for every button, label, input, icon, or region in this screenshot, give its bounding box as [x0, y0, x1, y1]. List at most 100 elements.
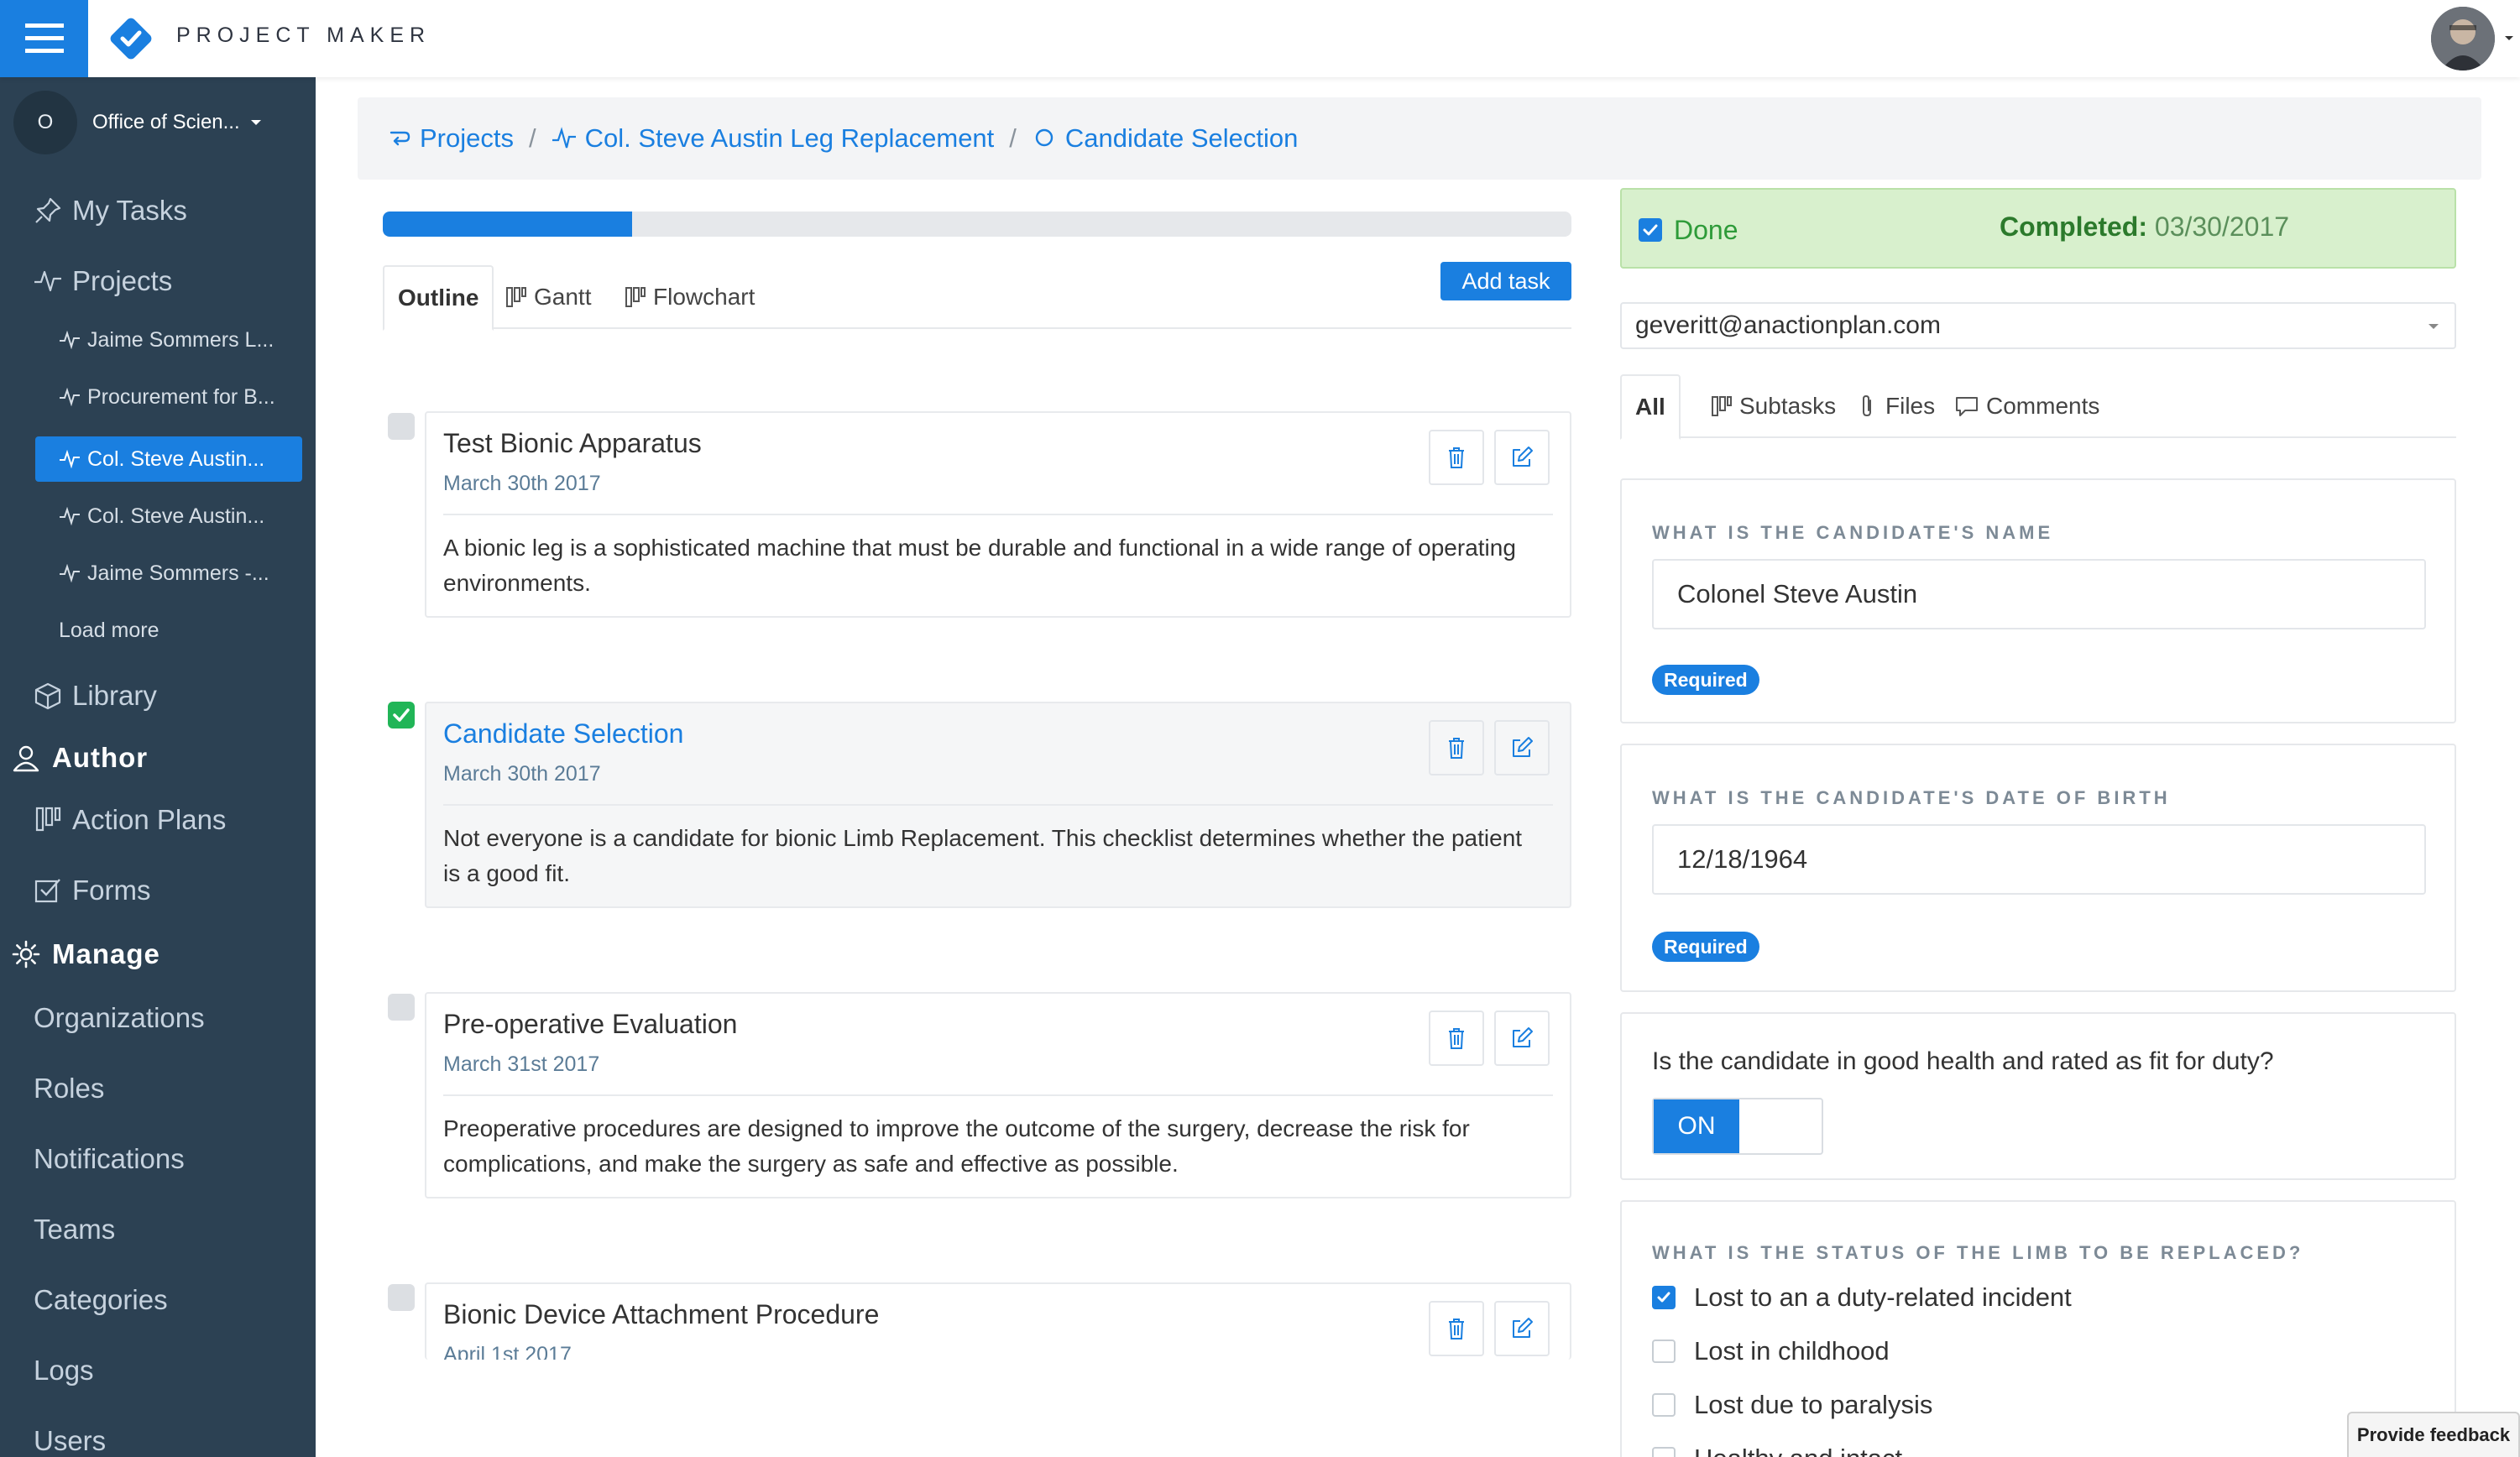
completed-label: Completed:: [2000, 212, 2147, 242]
option-checkbox[interactable]: [1652, 1340, 1676, 1363]
sidebar-project-item[interactable]: Jaime Sommers -...: [59, 561, 302, 586]
sidebar-item-label: Action Plans: [72, 804, 227, 835]
assignee-value: geveritt@anactionplan.com: [1635, 311, 1941, 339]
sidebar-item-label: Library: [72, 680, 157, 711]
limb-option[interactable]: Lost in childhood: [1652, 1336, 1890, 1366]
edit-icon: [1513, 1027, 1533, 1047]
task-title[interactable]: Test Bionic Apparatus: [443, 428, 702, 459]
sidebar-item-label: Categories: [34, 1284, 168, 1315]
sidebar-item-forms[interactable]: Forms: [34, 870, 311, 911]
user-icon: [13, 745, 39, 772]
sidebar-item-library[interactable]: Library: [34, 675, 311, 717]
breadcrumb: Projects / Col. Steve Austin Leg Replace…: [358, 97, 2481, 180]
edit-task-button[interactable]: [1494, 1010, 1550, 1066]
sidebar-item-label: Organizations: [34, 1002, 205, 1033]
fit-for-duty-toggle[interactable]: ON: [1652, 1098, 1823, 1155]
sidebar: O Office of Scien... My Tasks Projects J…: [0, 77, 316, 1457]
task-card: Test Bionic Apparatus March 30th 2017 A …: [425, 411, 1571, 618]
candidate-name-input[interactable]: [1652, 559, 2426, 629]
breadcrumb-label: Projects: [420, 123, 514, 153]
sidebar-project-label: Col. Steve Austin...: [87, 446, 265, 471]
sidebar-item-action-plans[interactable]: Action Plans: [34, 799, 311, 841]
user-avatar-icon: [2431, 7, 2495, 70]
sidebar-item-projects[interactable]: Projects: [34, 260, 311, 302]
task-card: Bionic Device Attachment Procedure April…: [425, 1282, 1571, 1360]
pulse-icon: [60, 450, 80, 468]
sidebar-item-roles[interactable]: Roles: [34, 1068, 311, 1110]
sidebar-item-organizations[interactable]: Organizations: [34, 997, 311, 1039]
sidebar-item-notifications[interactable]: Notifications: [34, 1138, 311, 1180]
option-label: Lost due to paralysis: [1694, 1390, 1933, 1419]
limb-option[interactable]: Lost to an a duty-related incident: [1652, 1282, 2072, 1313]
tab-comments[interactable]: Comments: [1941, 374, 2113, 438]
tab-gantt[interactable]: Gantt: [492, 265, 604, 329]
breadcrumb-separator: /: [528, 123, 536, 153]
tab-all[interactable]: All: [1620, 374, 1681, 440]
org-name: Office of Scien...: [92, 111, 240, 133]
edit-task-button[interactable]: [1494, 430, 1550, 485]
delete-task-button[interactable]: [1429, 430, 1484, 485]
option-checkbox[interactable]: [1652, 1447, 1676, 1457]
delete-task-button[interactable]: [1429, 1301, 1484, 1356]
sidebar-item-label: My Tasks: [72, 195, 187, 226]
sidebar-item-users[interactable]: Users: [34, 1420, 311, 1457]
menu-button[interactable]: [0, 0, 88, 77]
task-title[interactable]: Candidate Selection: [443, 718, 683, 749]
user-avatar[interactable]: [2431, 7, 2495, 70]
org-switcher[interactable]: O Office of Scien...: [13, 91, 299, 154]
breadcrumb-project[interactable]: Col. Steve Austin Leg Replacement: [552, 123, 994, 154]
tab-flowchart[interactable]: Flowchart: [611, 265, 768, 329]
task-divider: [443, 804, 1553, 806]
assignee-select[interactable]: geveritt@anactionplan.com: [1620, 302, 2456, 349]
breadcrumb-projects[interactable]: Projects: [386, 123, 514, 154]
limb-option[interactable]: Lost due to paralysis: [1652, 1390, 1932, 1420]
sidebar-project-item[interactable]: Jaime Sommers L...: [59, 327, 302, 352]
checkbox-icon: [34, 879, 60, 903]
top-bar: PROJECT MAKER: [0, 0, 2520, 77]
columns-icon: [1712, 396, 1732, 416]
add-task-button[interactable]: Add task: [1440, 262, 1571, 300]
pulse-icon: [34, 270, 61, 292]
task-title[interactable]: Bionic Device Attachment Procedure: [443, 1299, 879, 1330]
option-checkbox-checked[interactable]: [1652, 1286, 1676, 1309]
breadcrumb-label: Candidate Selection: [1064, 123, 1299, 153]
sidebar-item-label: Roles: [34, 1073, 105, 1104]
load-more-label: Load more: [59, 618, 159, 642]
edit-task-button[interactable]: [1494, 1301, 1550, 1356]
done-checkbox[interactable]: [1639, 218, 1662, 242]
sidebar-item-logs[interactable]: Logs: [34, 1350, 311, 1392]
pin-icon: [35, 197, 61, 223]
load-more-link[interactable]: Load more: [59, 618, 302, 643]
provide-feedback-button[interactable]: Provide feedback: [2347, 1412, 2520, 1457]
tab-subtasks[interactable]: Subtasks: [1697, 374, 1849, 438]
edit-icon: [1513, 737, 1533, 757]
tab-files[interactable]: Files: [1843, 374, 1948, 438]
delete-task-button[interactable]: [1429, 1010, 1484, 1066]
breadcrumb-task[interactable]: Candidate Selection: [1032, 123, 1298, 154]
trash-icon: [1449, 447, 1464, 468]
option-checkbox[interactable]: [1652, 1393, 1676, 1417]
edit-task-button[interactable]: [1494, 720, 1550, 776]
chevron-down-icon[interactable]: [2503, 32, 2515, 44]
candidate-dob-input[interactable]: [1652, 824, 2426, 895]
sidebar-project-label: Jaime Sommers -...: [87, 561, 269, 585]
sidebar-item-my-tasks[interactable]: My Tasks: [34, 190, 311, 232]
sidebar-item-label: Forms: [72, 875, 151, 906]
delete-task-button[interactable]: [1429, 720, 1484, 776]
sidebar-project-item[interactable]: Procurement for B...: [59, 384, 302, 410]
sidebar-project-item[interactable]: Col. Steve Austin...: [59, 504, 302, 529]
sidebar-item-teams[interactable]: Teams: [34, 1209, 311, 1251]
brand-logo-icon: [110, 18, 152, 60]
tab-outline[interactable]: Outline: [383, 265, 494, 331]
limb-option[interactable]: Healthy and intact: [1652, 1444, 1902, 1457]
task-checkbox-checked[interactable]: [388, 702, 415, 728]
task-checkbox[interactable]: [388, 1284, 415, 1311]
task-checkbox[interactable]: [388, 413, 415, 440]
sidebar-project-item-active[interactable]: Col. Steve Austin...: [59, 446, 302, 472]
task-checkbox[interactable]: [388, 994, 415, 1021]
sidebar-item-label: Users: [34, 1425, 107, 1456]
cube-icon: [34, 682, 61, 710]
sidebar-item-categories[interactable]: Categories: [34, 1279, 311, 1321]
tab-label: Comments: [1986, 393, 2100, 419]
task-title[interactable]: Pre-operative Evaluation: [443, 1009, 737, 1040]
